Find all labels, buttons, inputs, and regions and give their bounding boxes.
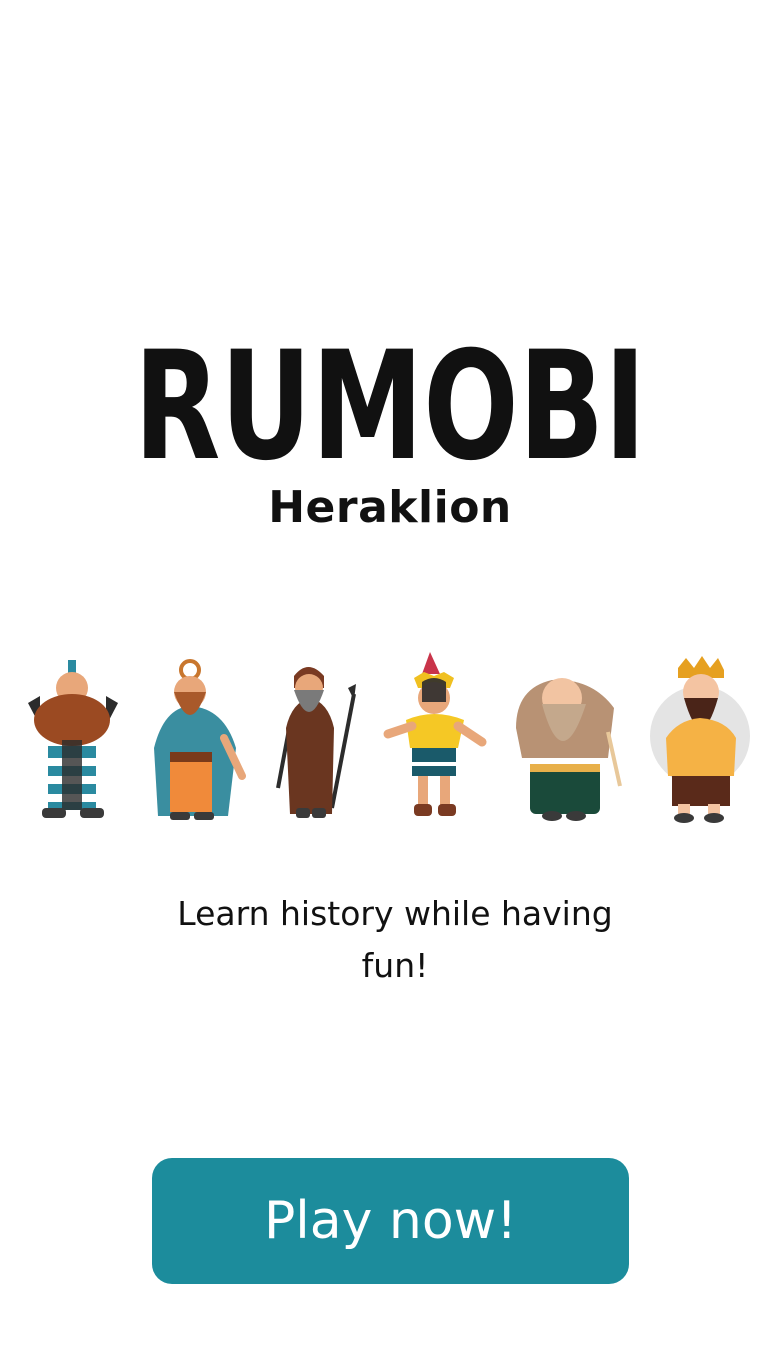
rumobi-logo: RUMOBI	[130, 336, 650, 466]
tagline: Learn history while having fun!	[177, 894, 613, 985]
character-warrior-icon	[18, 648, 128, 824]
character-elder-icon	[270, 648, 380, 824]
characters-row	[18, 648, 762, 824]
logo-text: RUMOBI	[134, 336, 646, 466]
character-priest-icon	[144, 648, 254, 824]
character-laughing-man-icon	[512, 648, 622, 824]
character-prince-icon	[378, 648, 488, 824]
character-king-icon	[648, 648, 758, 824]
city-name: Heraklion	[268, 482, 512, 533]
play-now-button[interactable]: Play now!	[152, 1158, 629, 1284]
